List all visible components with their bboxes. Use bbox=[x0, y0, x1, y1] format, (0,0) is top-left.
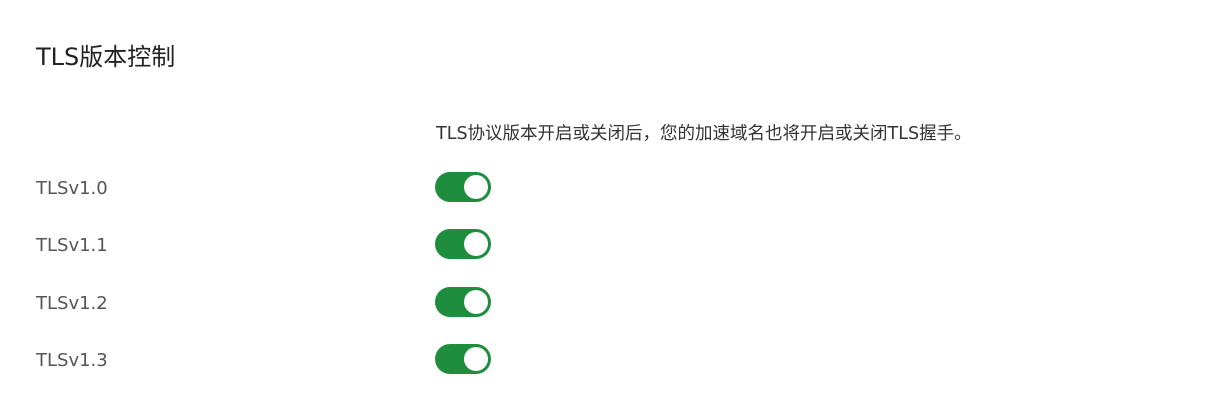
tls-v1-1-toggle[interactable] bbox=[435, 229, 491, 259]
tls-v1-0-toggle[interactable] bbox=[435, 172, 491, 202]
toggle-knob bbox=[464, 175, 488, 199]
tls-v1-3-toggle[interactable] bbox=[435, 344, 491, 374]
tls-v1-2-toggle[interactable] bbox=[435, 287, 491, 317]
toggle-knob bbox=[464, 290, 488, 314]
tls-row-v1-0: TLSv1.0 bbox=[0, 172, 1216, 206]
tls-version-label: TLSv1.3 bbox=[36, 350, 108, 371]
tls-row-v1-2: TLSv1.2 bbox=[0, 287, 1216, 321]
tls-version-label: TLSv1.2 bbox=[36, 293, 108, 314]
toggle-knob bbox=[464, 347, 488, 371]
tls-description: TLS协议版本开启或关闭后，您的加速域名也将开启或关闭TLS握手。 bbox=[436, 124, 972, 144]
tls-row-v1-3: TLSv1.3 bbox=[0, 344, 1216, 378]
tls-version-label: TLSv1.1 bbox=[36, 235, 108, 256]
toggle-knob bbox=[464, 232, 488, 256]
tls-version-label: TLSv1.0 bbox=[36, 178, 108, 199]
section-title: TLS版本控制 bbox=[36, 43, 176, 71]
tls-row-v1-1: TLSv1.1 bbox=[0, 229, 1216, 263]
